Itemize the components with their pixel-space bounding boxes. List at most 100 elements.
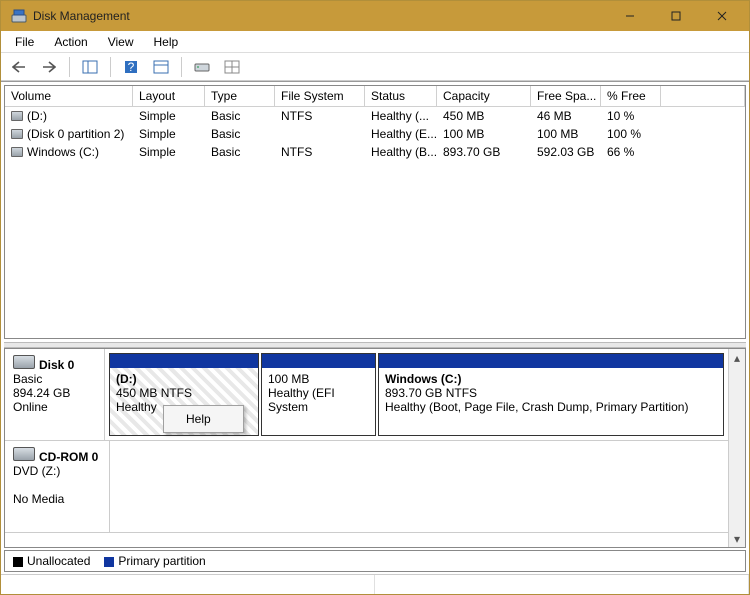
cell-pct: 100 %	[601, 126, 661, 142]
disk-row: Disk 0Basic894.24 GBOnline(D:)450 MB NTF…	[5, 349, 728, 441]
disk-type: DVD (Z:)	[13, 464, 101, 478]
volume-icon	[11, 147, 23, 157]
cell-fs: NTFS	[275, 144, 365, 160]
cell-fs	[275, 133, 365, 135]
legend-item: Primary partition	[104, 554, 205, 568]
col-spacer	[661, 86, 745, 107]
cell-layout: Simple	[133, 144, 205, 160]
col-capacity[interactable]: Capacity	[437, 86, 531, 107]
disk-type: Basic	[13, 372, 96, 386]
legend-swatch	[13, 557, 23, 567]
cell-status: Healthy (...	[365, 108, 437, 124]
disk-label[interactable]: CD-ROM 0DVD (Z:) No Media	[5, 441, 110, 532]
partition[interactable]: 100 MBHealthy (EFI System	[261, 353, 376, 436]
cell-type: Basic	[205, 144, 275, 160]
partition-size: 100 MB	[268, 372, 369, 386]
app-icon	[11, 8, 27, 24]
menu-help[interactable]: Help	[146, 33, 187, 51]
partition-size: 893.70 GB NTFS	[385, 386, 717, 400]
disk-name: Disk 0	[39, 358, 74, 372]
cell-free: 46 MB	[531, 108, 601, 124]
svg-text:?: ?	[128, 60, 135, 74]
partition-size: 450 MB NTFS	[116, 386, 252, 400]
partition-bar	[379, 354, 723, 368]
menu-view[interactable]: View	[100, 33, 142, 51]
cell-status: Healthy (B...	[365, 144, 437, 160]
window-title: Disk Management	[33, 9, 607, 23]
col-pctfree[interactable]: % Free	[601, 86, 661, 107]
cell-layout: Simple	[133, 126, 205, 142]
cell-fs: NTFS	[275, 108, 365, 124]
refresh-icon[interactable]	[190, 56, 214, 78]
cell-capacity: 450 MB	[437, 108, 531, 124]
volume-list-header: Volume Layout Type File System Status Ca…	[5, 86, 745, 107]
partition[interactable]: Windows (C:)893.70 GB NTFSHealthy (Boot,…	[378, 353, 724, 436]
col-freespace[interactable]: Free Spa...	[531, 86, 601, 107]
cell-free: 100 MB	[531, 126, 601, 142]
table-row[interactable]: Windows (C:) SimpleBasicNTFSHealthy (B...…	[5, 143, 745, 161]
disk-label[interactable]: Disk 0Basic894.24 GBOnline	[5, 349, 105, 440]
scroll-down-icon[interactable]: ▾	[729, 530, 745, 547]
partition-status: Healthy (Boot, Page File, Crash Dump, Pr…	[385, 400, 717, 414]
content-area: Volume Layout Type File System Status Ca…	[1, 81, 749, 594]
disk-partitions	[110, 441, 728, 532]
settings-icon[interactable]	[220, 56, 244, 78]
col-layout[interactable]: Layout	[133, 86, 205, 107]
close-button[interactable]	[699, 1, 745, 31]
cell-capacity: 100 MB	[437, 126, 531, 142]
disk-row: CD-ROM 0DVD (Z:) No Media	[5, 441, 728, 533]
partition-status: Healthy (EFI System	[268, 386, 369, 414]
col-type[interactable]: Type	[205, 86, 275, 107]
properties-icon[interactable]	[149, 56, 173, 78]
volume-name: (Disk 0 partition 2)	[27, 127, 124, 141]
cell-status: Healthy (E...	[365, 126, 437, 142]
volume-name: (D:)	[27, 109, 47, 123]
cell-type: Basic	[205, 108, 275, 124]
volume-name: Windows (C:)	[27, 145, 99, 159]
disk-map: Disk 0Basic894.24 GBOnline(D:)450 MB NTF…	[4, 348, 746, 548]
col-filesystem[interactable]: File System	[275, 86, 365, 107]
titlebar[interactable]: Disk Management	[1, 1, 749, 31]
disk-icon	[13, 447, 35, 461]
volume-list[interactable]: Volume Layout Type File System Status Ca…	[4, 85, 746, 339]
back-arrow-icon[interactable]	[7, 56, 31, 78]
partition-bar	[262, 354, 375, 368]
menu-action[interactable]: Action	[46, 33, 95, 51]
disk-icon	[13, 355, 35, 369]
show-hide-tree-icon[interactable]	[78, 56, 102, 78]
disk-rows: Disk 0Basic894.24 GBOnline(D:)450 MB NTF…	[5, 349, 728, 547]
col-volume[interactable]: Volume	[5, 86, 133, 107]
legend-label: Unallocated	[27, 554, 90, 568]
vertical-scrollbar[interactable]: ▴ ▾	[728, 349, 745, 547]
toolbar-separator	[69, 57, 70, 77]
cell-capacity: 893.70 GB	[437, 144, 531, 160]
help-icon[interactable]: ?	[119, 56, 143, 78]
menu-file[interactable]: File	[7, 33, 42, 51]
table-row[interactable]: (D:) SimpleBasicNTFSHealthy (...450 MB46 …	[5, 107, 745, 125]
volume-icon	[11, 129, 23, 139]
volume-icon	[11, 111, 23, 121]
cell-pct: 10 %	[601, 108, 661, 124]
forward-arrow-icon[interactable]	[37, 56, 61, 78]
disk-state: No Media	[13, 492, 101, 506]
cell-layout: Simple	[133, 108, 205, 124]
col-status[interactable]: Status	[365, 86, 437, 107]
scroll-up-icon[interactable]: ▴	[729, 349, 745, 366]
minimize-button[interactable]	[607, 1, 653, 31]
disk-management-window: Disk Management File Action View Help ? …	[0, 0, 750, 595]
statusbar	[1, 574, 749, 594]
cell-free: 592.03 GB	[531, 144, 601, 160]
context-menu: Help	[163, 405, 244, 433]
partition-bar	[110, 354, 258, 368]
scroll-track[interactable]	[729, 366, 745, 530]
disk-name: CD-ROM 0	[39, 450, 98, 464]
legend: Unallocated Primary partition	[4, 550, 746, 572]
legend-label: Primary partition	[118, 554, 205, 568]
volume-rows: (D:)SimpleBasicNTFSHealthy (...450 MB46 …	[5, 107, 745, 338]
maximize-button[interactable]	[653, 1, 699, 31]
table-row[interactable]: (Disk 0 partition 2)SimpleBasicHealthy (…	[5, 125, 745, 143]
cell-pct: 66 %	[601, 144, 661, 160]
menubar: File Action View Help	[1, 31, 749, 53]
context-menu-help[interactable]: Help	[166, 408, 241, 430]
partition-title: Windows (C:)	[385, 372, 717, 386]
